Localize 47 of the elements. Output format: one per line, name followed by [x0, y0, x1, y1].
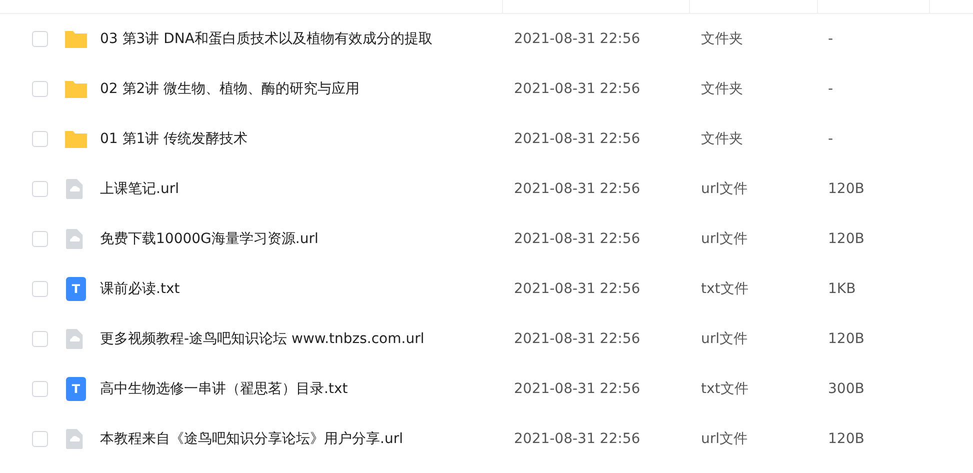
file-type: 文件夹 — [701, 30, 743, 46]
file-type: txt文件 — [701, 280, 748, 296]
file-size: 120B — [828, 230, 864, 246]
checkbox[interactable] — [32, 231, 48, 247]
modified-date: 2021-08-31 22:56 — [514, 330, 640, 346]
file-size: 120B — [828, 330, 864, 346]
file-name[interactable]: 免费下载10000G海量学习资源.url — [100, 230, 318, 246]
checkbox[interactable] — [32, 381, 48, 397]
file-type: url文件 — [701, 330, 748, 346]
file-type: 文件夹 — [701, 130, 743, 146]
file-name[interactable]: 更多视频教程-途鸟吧知识论坛 www.tnbzs.com.url — [100, 330, 424, 346]
checkbox[interactable] — [32, 431, 48, 447]
file-size: 120B — [828, 430, 864, 446]
modified-date: 2021-08-31 22:56 — [514, 30, 640, 46]
checkbox[interactable] — [32, 81, 48, 97]
file-size: 120B — [828, 180, 864, 196]
modified-date: 2021-08-31 22:56 — [514, 430, 640, 446]
file-name[interactable]: 01 第1讲 传统发酵技术 — [100, 130, 248, 146]
file-size: - — [828, 80, 834, 96]
text-file-icon: T — [66, 377, 86, 401]
file-name[interactable]: 课前必读.txt — [100, 280, 180, 296]
file-name[interactable]: 上课笔记.url — [100, 180, 179, 196]
modified-date: 2021-08-31 22:56 — [514, 180, 640, 196]
modified-date: 2021-08-31 22:56 — [514, 380, 640, 396]
file-name[interactable]: 02 第2讲 微生物、植物、酶的研究与应用 — [100, 80, 360, 96]
modified-date: 2021-08-31 22:56 — [514, 80, 640, 96]
file-name[interactable]: 03 第3讲 DNA和蛋白质技术以及植物有效成分的提取 — [100, 30, 432, 46]
modified-date: 2021-08-31 22:56 — [514, 230, 640, 246]
file-type: url文件 — [701, 230, 748, 246]
modified-date: 2021-08-31 22:56 — [514, 280, 640, 296]
checkbox[interactable] — [32, 181, 48, 197]
file-type: txt文件 — [701, 380, 748, 396]
checkbox[interactable] — [32, 281, 48, 297]
file-name[interactable]: 本教程来自《途鸟吧知识分享论坛》用户分享.url — [100, 430, 403, 446]
file-type: 文件夹 — [701, 80, 743, 96]
modified-date: 2021-08-31 22:56 — [514, 130, 640, 146]
file-type: url文件 — [701, 430, 748, 446]
checkbox[interactable] — [32, 331, 48, 347]
text-file-icon: T — [66, 277, 86, 301]
checkbox[interactable] — [32, 31, 48, 47]
checkbox[interactable] — [32, 131, 48, 147]
file-size: - — [828, 30, 834, 46]
file-name[interactable]: 高中生物选修一串讲（翟思茗）目录.txt — [100, 380, 348, 396]
file-size: - — [828, 130, 834, 146]
file-size: 1KB — [828, 280, 856, 296]
file-size: 300B — [828, 380, 864, 396]
file-type: url文件 — [701, 180, 748, 196]
